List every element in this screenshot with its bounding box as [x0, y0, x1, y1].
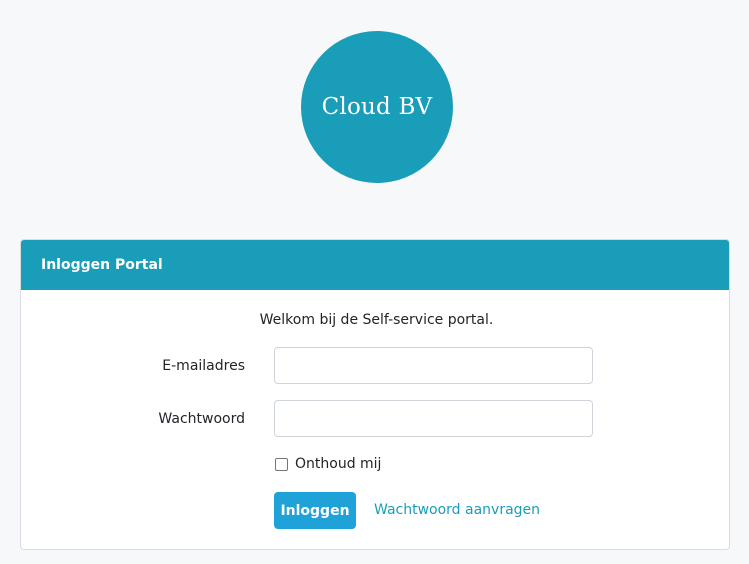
email-field[interactable]: [274, 347, 593, 384]
remember-me-checkbox[interactable]: [275, 457, 288, 471]
login-page: Cloud BV Inloggen Portal Welkom bij de S…: [0, 0, 749, 564]
forgot-password-link[interactable]: Wachtwoord aanvragen: [374, 502, 540, 518]
company-logo: Cloud BV: [301, 31, 453, 183]
email-label: E-mailadres: [162, 358, 245, 374]
remember-me[interactable]: Onthoud mij: [275, 456, 381, 472]
welcome-message: Welkom bij de Self-service portal.: [259, 312, 494, 328]
card-header: Inloggen Portal: [21, 240, 729, 290]
password-field[interactable]: [274, 400, 593, 437]
email-row: E-mailadres: [21, 347, 729, 385]
password-row: Wachtwoord: [21, 400, 729, 438]
card-title: Inloggen Portal: [41, 257, 163, 273]
password-label: Wachtwoord: [158, 411, 245, 427]
company-logo-text: Cloud BV: [321, 94, 433, 120]
login-button[interactable]: Inloggen: [274, 492, 356, 529]
login-card: Inloggen Portal Welkom bij de Self-servi…: [20, 239, 730, 550]
remember-me-label: Onthoud mij: [295, 456, 382, 472]
